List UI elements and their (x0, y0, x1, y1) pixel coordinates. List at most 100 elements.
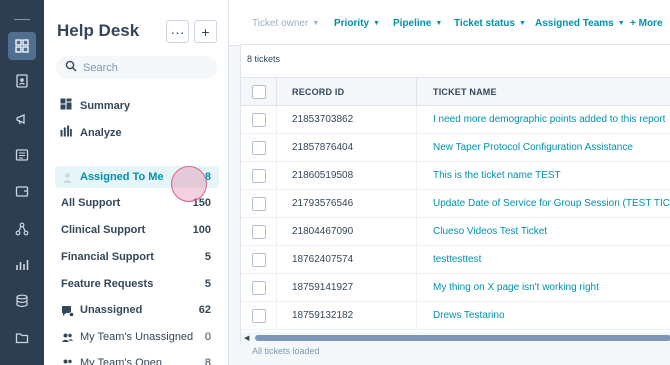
caret-down-icon: ▼ (373, 20, 380, 27)
view-financial-support[interactable]: Financial Support 5 (55, 246, 219, 268)
view-count: 8 (204, 357, 211, 365)
row-checkbox[interactable] (252, 197, 266, 211)
record-id-cell: 18759141927 (292, 282, 354, 293)
summary-grid-icon (60, 98, 80, 113)
table-row[interactable]: 18759141927 My thing on X page isn't wor… (241, 274, 670, 302)
filter-bar: Ticket owner ▼ Priority ▼ Pipeline ▼ Ticket… (229, 0, 670, 46)
record-id-cell: 21853703862 (292, 114, 354, 125)
caret-down-icon: ▼ (435, 20, 443, 27)
row-checkbox[interactable] (252, 113, 266, 127)
unassigned-ticket-icon (61, 304, 74, 317)
record-id-cell: 18762407574 (292, 254, 354, 265)
table-row[interactable]: 21857876404 New Taper Protocol Configura… (241, 134, 670, 162)
ticket-name-link[interactable]: testtesttest (433, 254, 481, 265)
filter-ticket-status[interactable]: Ticket status ▼ (454, 18, 526, 29)
commerce-icon[interactable] (8, 177, 36, 205)
global-nav-rail (0, 0, 44, 365)
view-my-teams-open[interactable]: My Team's Open 8 (55, 352, 219, 365)
document-list-icon[interactable] (8, 141, 36, 169)
column-divider (276, 106, 277, 134)
column-divider (416, 190, 417, 218)
view-label: Clinical Support (61, 224, 146, 236)
table-row[interactable]: 21860519508 This is the ticket name TEST (241, 162, 670, 190)
filter-label: Assigned Teams (535, 18, 614, 29)
ticket-name-link[interactable]: My thing on X page isn't working right (433, 282, 599, 293)
filter-pipeline[interactable]: Pipeline ▼ (393, 18, 442, 29)
ticket-name-link[interactable]: This is the ticket name TEST (433, 170, 561, 181)
view-my-teams-unassigned[interactable]: My Team's Unassigned 0 (55, 326, 219, 348)
ticket-count: 8 tickets (247, 54, 281, 64)
workflow-icon[interactable] (8, 215, 36, 243)
filter-ticket-owner[interactable]: Ticket owner ▼ (252, 18, 319, 29)
filter-assigned-teams[interactable]: Assigned Teams ▼ (535, 18, 625, 29)
column-divider (416, 218, 417, 246)
column-divider (416, 246, 417, 274)
column-divider (276, 190, 277, 218)
click-indicator (171, 166, 207, 202)
table-row[interactable]: 21853703862 I need more demographic poin… (241, 106, 670, 134)
filter-priority[interactable]: Priority ▼ (334, 18, 380, 29)
view-count: 100 (192, 224, 211, 236)
megaphone-icon[interactable] (8, 105, 36, 133)
table-header: RECORD ID TICKET NAME (241, 77, 670, 107)
column-divider (276, 302, 277, 330)
row-checkbox[interactable] (252, 169, 266, 183)
summary-link[interactable]: Summary (60, 98, 130, 113)
ticket-name-link[interactable]: Clueso Videos Test Ticket (433, 226, 547, 237)
column-header-record-id[interactable]: RECORD ID (292, 87, 344, 97)
column-divider (276, 274, 277, 302)
search-box[interactable] (56, 56, 217, 79)
ticket-name-link[interactable]: Update Date of Service for Group Session… (433, 198, 670, 209)
row-checkbox[interactable] (252, 253, 266, 267)
view-count: 5 (204, 278, 211, 290)
view-unassigned[interactable]: Unassigned 62 (55, 299, 219, 321)
row-checkbox[interactable] (252, 281, 266, 295)
reports-icon[interactable] (8, 251, 36, 279)
more-filters-button[interactable]: + More (630, 18, 663, 29)
select-all-checkbox[interactable] (252, 85, 266, 99)
table-row[interactable]: 18762407574 testtesttest (241, 246, 670, 274)
row-checkbox[interactable] (252, 141, 266, 155)
view-count: 62 (198, 304, 211, 316)
view-label: Unassigned (80, 304, 143, 316)
database-icon[interactable] (8, 287, 36, 315)
record-id-cell: 18759132182 (292, 310, 354, 321)
column-divider (276, 218, 277, 246)
column-divider (416, 274, 417, 302)
filter-label: Ticket owner (252, 18, 309, 29)
contacts-book-icon[interactable] (8, 67, 36, 95)
search-input[interactable] (83, 61, 213, 74)
row-checkbox[interactable] (252, 225, 266, 239)
scroll-left-icon[interactable]: ◀ (244, 334, 249, 342)
ticket-name-link[interactable]: Drews Testarino (433, 310, 505, 321)
column-header-ticket-name[interactable]: TICKET NAME (433, 87, 497, 97)
column-divider (276, 134, 277, 162)
table-row[interactable]: 18759132182 Drews Testarino (241, 302, 670, 330)
view-count: 5 (204, 251, 211, 263)
view-clinical-support[interactable]: Clinical Support 100 (55, 219, 219, 241)
ticket-name-link[interactable]: New Taper Protocol Configuration Assista… (433, 142, 633, 153)
bar-chart-icon (60, 125, 80, 140)
folder-icon[interactable] (8, 324, 36, 352)
page-title: Help Desk (57, 21, 140, 40)
view-feature-requests[interactable]: Feature Requests 5 (55, 273, 219, 295)
load-status: All tickets loaded (252, 346, 320, 356)
apps-grid-icon[interactable] (8, 32, 36, 60)
horizontal-scrollbar[interactable]: ◀ (241, 332, 670, 344)
table-row[interactable]: 21804467090 Clueso Videos Test Ticket (241, 218, 670, 246)
analyze-link[interactable]: Analyze (60, 125, 122, 140)
column-divider (416, 106, 417, 134)
view-count: 0 (204, 331, 211, 343)
row-checkbox[interactable] (252, 309, 266, 323)
view-label: All Support (61, 197, 121, 209)
table-row[interactable]: 21793576546 Update Date of Service for G… (241, 190, 670, 218)
column-divider (276, 78, 277, 107)
ticket-name-link[interactable]: I need more demographic points added to … (433, 114, 665, 125)
add-button[interactable]: + (194, 20, 217, 43)
scrollbar-thumb[interactable] (255, 335, 670, 341)
more-options-button[interactable]: ··· (166, 20, 189, 43)
tickets-table: 8 tickets RECORD ID TICKET NAME 21853703… (240, 44, 670, 344)
user-avatar-icon (61, 171, 74, 184)
view-label: Feature Requests (61, 278, 154, 290)
tickets-main: Ticket owner ▼ Priority ▼ Pipeline ▼ Ticket… (229, 0, 670, 365)
